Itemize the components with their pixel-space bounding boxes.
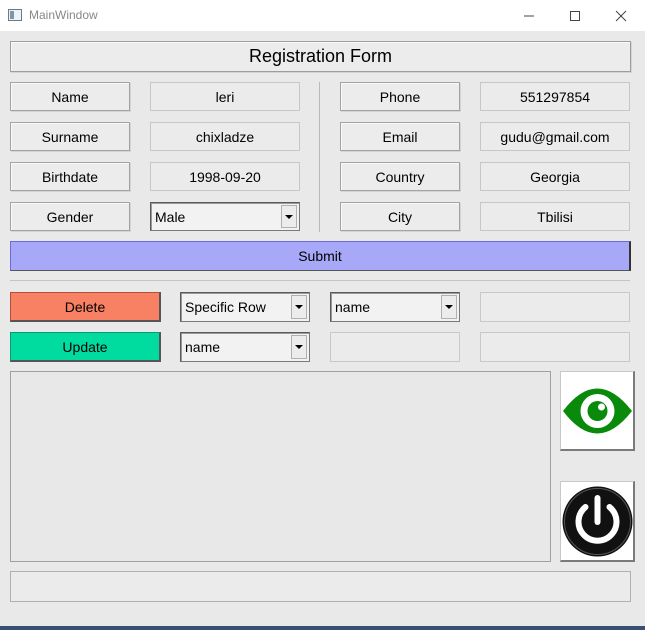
update-field-combo-value: name [185,339,221,355]
phone-label: Phone [340,82,460,111]
output-display[interactable] [10,371,551,562]
window-bottom-border [0,626,645,630]
vertical-divider [319,82,320,232]
minimize-icon [524,15,534,16]
maximize-icon [570,10,580,21]
country-field[interactable]: Georgia [480,162,630,191]
window-title: MainWindow [29,8,98,22]
close-icon [615,10,627,21]
update-new-value-input[interactable] [480,332,630,362]
delete-value-input[interactable] [480,292,630,322]
maximize-button[interactable] [552,0,598,31]
gender-label: Gender [10,202,130,231]
surname-field[interactable]: chixladze [150,122,300,151]
name-field[interactable]: leri [150,82,300,111]
delete-button[interactable]: Delete [10,292,161,322]
email-label: Email [340,122,460,151]
status-bar [10,571,631,602]
power-icon [562,486,633,557]
phone-field[interactable]: 551297854 [480,82,630,111]
country-label: Country [340,162,460,191]
email-field[interactable]: gudu@gmail.com [480,122,630,151]
power-button[interactable] [560,481,635,562]
surname-label: Surname [10,122,130,151]
eye-icon [563,388,632,434]
update-old-value-input[interactable] [330,332,460,362]
delete-mode-combo-value: Specific Row [185,299,266,315]
form-header: Registration Form [10,41,631,72]
view-button[interactable] [560,371,635,451]
city-label: City [340,202,460,231]
birthdate-field[interactable]: 1998-09-20 [150,162,300,191]
delete-mode-combo[interactable]: Specific Row [180,292,310,322]
birthdate-label: Birthdate [10,162,130,191]
minimize-button[interactable] [506,0,552,31]
delete-field-combo[interactable]: name [330,292,460,322]
horizontal-divider [10,280,630,281]
name-label: Name [10,82,130,111]
close-button[interactable] [598,0,644,31]
chevron-down-icon[interactable] [291,335,307,359]
city-field[interactable]: Tbilisi [480,202,630,231]
chevron-down-icon[interactable] [291,295,307,319]
app-icon [8,9,22,21]
update-button[interactable]: Update [10,332,161,362]
chevron-down-icon[interactable] [441,295,457,319]
update-field-combo[interactable]: name [180,332,310,362]
submit-button[interactable]: Submit [10,241,631,271]
delete-field-combo-value: name [335,299,371,315]
gender-combo-value: Male [155,208,186,225]
gender-combo[interactable]: Male [150,202,300,231]
chevron-down-icon[interactable] [281,205,297,228]
